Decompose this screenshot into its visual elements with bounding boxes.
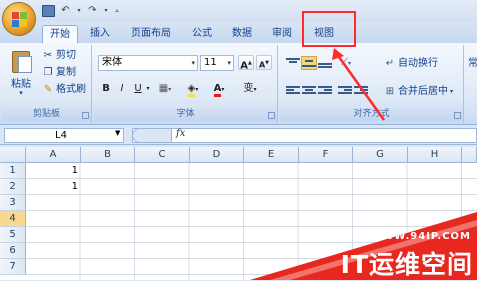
shrink-font-button[interactable]: A▼ xyxy=(256,55,272,70)
quick-access-toolbar: ↶ ▾ ↷ ▾ ⩡ xyxy=(42,4,121,18)
name-box[interactable]: L4 xyxy=(4,128,124,143)
cut-button[interactable]: ✂ 剪切 xyxy=(42,49,76,63)
save-icon[interactable] xyxy=(42,5,55,17)
column-header-b[interactable]: B xyxy=(81,147,135,163)
font-size-value: 11 xyxy=(204,57,217,68)
tab-data[interactable]: 数据 xyxy=(226,25,258,44)
office-logo-icon xyxy=(12,12,28,28)
font-name-value: 宋体 xyxy=(102,57,122,68)
italic-button[interactable]: I xyxy=(116,81,128,96)
paste-button[interactable]: 粘贴 ▾ xyxy=(8,49,34,99)
format-painter-button[interactable]: ✎ 格式刷 xyxy=(42,83,86,97)
clipboard-group-label: 剪贴板 xyxy=(2,108,91,121)
watermark-banner: WWW.94IP.COM IT运维空间 xyxy=(250,212,477,280)
wrap-text-button[interactable]: ↵ 自动换行 xyxy=(384,57,438,71)
paste-label: 粘贴 xyxy=(11,79,31,90)
chevron-down-icon: ▾ xyxy=(450,88,454,95)
brush-icon: ✎ xyxy=(43,84,53,95)
formula-bar-expander[interactable] xyxy=(132,128,172,143)
office-button[interactable] xyxy=(2,2,36,36)
scissors-icon: ✂ xyxy=(43,50,53,61)
underline-button[interactable]: U xyxy=(132,81,144,96)
borders-button[interactable]: ▦▾ xyxy=(156,81,174,96)
underline-dropdown-icon[interactable]: ▾ xyxy=(144,81,152,96)
font-group-label: 字体 xyxy=(94,108,277,121)
row-header-2[interactable]: 2 xyxy=(0,179,26,195)
grow-font-label: A xyxy=(240,60,248,72)
column-header-d[interactable]: D xyxy=(190,147,244,163)
number-group-partial: 常 xyxy=(466,45,477,123)
column-header-e[interactable]: E xyxy=(244,147,299,163)
tab-insert[interactable]: 插入 xyxy=(84,25,116,44)
formula-bar: L4 ▼ fx xyxy=(0,126,477,145)
align-middle-icon[interactable] xyxy=(301,56,317,70)
paste-icon xyxy=(12,51,32,73)
cell-a2[interactable]: 1 xyxy=(26,179,81,195)
name-box-dropdown-icon[interactable]: ▼ xyxy=(115,129,120,137)
align-top-icon[interactable] xyxy=(286,57,300,69)
customize-quick-access-icon[interactable]: ⩡ xyxy=(113,5,121,17)
tab-home[interactable]: 开始 xyxy=(42,25,78,44)
column-header-h[interactable]: H xyxy=(408,147,462,163)
watermark-brand: IT运维空间 xyxy=(340,250,473,279)
redo-dropdown-icon[interactable]: ▾ xyxy=(103,5,109,17)
row-header-6[interactable]: 6 xyxy=(0,243,26,259)
phonetic-label: 变 xyxy=(243,83,254,94)
alignment-launcher-icon[interactable] xyxy=(454,112,461,119)
number-format-partial[interactable]: 常 xyxy=(468,57,477,71)
align-left-icon[interactable] xyxy=(286,85,300,97)
merge-center-label: 合并后居中 xyxy=(398,86,448,97)
font-color-button[interactable]: A▾ xyxy=(208,81,230,97)
cell-a1[interactable]: 1 xyxy=(26,163,81,179)
cut-label: 剪切 xyxy=(56,50,76,61)
copy-button[interactable]: ❐ 复制 xyxy=(42,66,76,80)
row-header-4[interactable]: 4 xyxy=(0,211,26,227)
column-header-c[interactable]: C xyxy=(135,147,190,163)
row-header-7[interactable]: 7 xyxy=(0,259,26,275)
column-header-f[interactable]: F xyxy=(299,147,353,163)
copy-label: 复制 xyxy=(56,67,76,78)
grow-font-button[interactable]: A▲ xyxy=(238,55,254,72)
chevron-down-icon: ▾ xyxy=(227,59,231,67)
clipboard-group: 粘贴 ▾ ✂ 剪切 ❐ 复制 ✎ 格式刷 剪贴板 xyxy=(2,45,92,123)
merge-center-button[interactable]: ⊞ 合并后居中 ▾ xyxy=(384,85,453,99)
bold-button[interactable]: B xyxy=(100,81,112,96)
fill-color-button[interactable]: ◈▾ xyxy=(182,81,204,97)
column-header-i-partial[interactable] xyxy=(462,147,477,163)
watermark-url: WWW.94IP.COM xyxy=(370,231,471,242)
annotation-arrow xyxy=(332,48,386,121)
font-group: 宋体 ▾ 11 ▾ A▲ A▼ B I U ▾ ▦▾ ◈▾ A▾ 变▾ 字体 xyxy=(94,45,278,123)
tab-formulas[interactable]: 公式 xyxy=(186,25,218,44)
undo-dropdown-icon[interactable]: ▾ xyxy=(76,5,82,17)
column-header-g[interactable]: G xyxy=(353,147,408,163)
annotation-highlight-box xyxy=(302,11,356,47)
format-painter-label: 格式刷 xyxy=(56,84,86,95)
border-icon: ▦ xyxy=(158,83,169,94)
phonetic-button[interactable]: 变▾ xyxy=(236,81,264,96)
font-launcher-icon[interactable] xyxy=(268,112,275,119)
column-header-a[interactable]: A xyxy=(26,147,81,163)
font-name-select[interactable]: 宋体 ▾ xyxy=(98,55,198,71)
wrap-text-label: 自动换行 xyxy=(398,58,438,69)
clipboard-launcher-icon[interactable] xyxy=(82,112,89,119)
title-bar: ↶ ▾ ↷ ▾ ⩡ xyxy=(0,0,477,22)
redo-icon[interactable]: ↷ xyxy=(86,5,99,17)
font-size-select[interactable]: 11 ▾ xyxy=(200,55,234,71)
undo-icon[interactable]: ↶ xyxy=(59,5,72,17)
row-header-3[interactable]: 3 xyxy=(0,195,26,211)
align-center-icon[interactable] xyxy=(302,85,316,97)
ribbon-tab-bar: 开始 插入 页面布局 公式 数据 审阅 视图 xyxy=(0,22,477,44)
copy-icon: ❐ xyxy=(43,67,53,78)
row-header-5[interactable]: 5 xyxy=(0,227,26,243)
tab-page-layout[interactable]: 页面布局 xyxy=(126,25,176,44)
fx-icon[interactable]: fx xyxy=(176,128,185,139)
ribbon: 粘贴 ▾ ✂ 剪切 ❐ 复制 ✎ 格式刷 剪贴板 宋体 ▾ 11 ▾ A▲ A▼… xyxy=(0,43,477,125)
paste-dropdown-icon: ▾ xyxy=(19,89,23,97)
row-header-1[interactable]: 1 xyxy=(0,163,26,179)
chevron-down-icon: ▾ xyxy=(191,59,195,67)
tab-review[interactable]: 审阅 xyxy=(266,25,298,44)
select-all-corner[interactable] xyxy=(0,147,26,163)
